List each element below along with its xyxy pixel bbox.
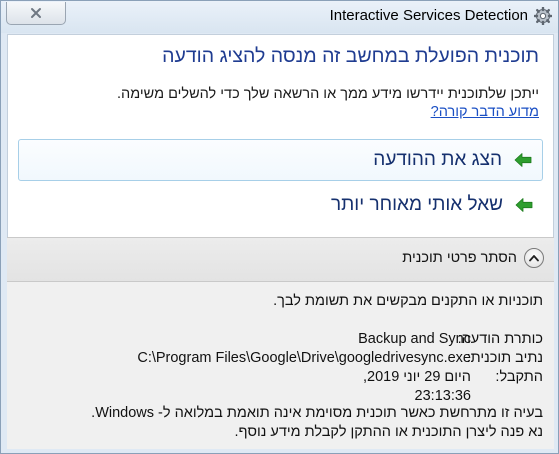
compatibility-note-line-1: בעיה זו מתרחשת כאשר תוכנית מסוימת אינה ת… bbox=[91, 405, 543, 421]
green-arrow-icon bbox=[514, 153, 532, 167]
compatibility-note: בעיה זו מתרחשת כאשר תוכנית מסוימת אינה ת… bbox=[18, 404, 543, 442]
hide-program-details-toggle[interactable]: הסתר פרטי תוכנית bbox=[402, 248, 544, 268]
description: ייתכן שלתוכנית יידרשו מידע ממך או הרשאה … bbox=[19, 85, 539, 121]
program-path-value: C:\Program Files\Google\Drive\googledriv… bbox=[137, 350, 471, 366]
received-row: התקבל: היום 29 יוני 2019, bbox=[363, 369, 543, 385]
close-icon bbox=[31, 8, 41, 18]
show-message-label: הצג את ההודעה bbox=[373, 149, 502, 170]
close-button[interactable] bbox=[6, 2, 66, 25]
message-title-row: כותרת הודעה: Backup and Sync bbox=[358, 331, 543, 347]
main-content: תוכנית הפועלת במחשב זה מנסה להציג הודעה … bbox=[7, 34, 554, 237]
gear-icon bbox=[534, 7, 552, 25]
dialog-window: Interactive Services Detection תוכנית הפ… bbox=[0, 0, 559, 454]
program-path-row: נתיב תוכנית: C:\Program Files\Google\Dri… bbox=[137, 350, 543, 366]
received-key: התקבל: bbox=[495, 369, 543, 385]
green-arrow-icon bbox=[515, 198, 533, 212]
show-message-button[interactable]: הצג את ההודעה bbox=[18, 139, 543, 181]
window-title: Interactive Services Detection bbox=[329, 7, 528, 24]
description-text: ייתכן שלתוכנית יידרשו מידע ממך או הרשאה … bbox=[116, 86, 539, 102]
received-date-value: היום 29 יוני 2019, bbox=[362, 369, 471, 385]
program-details: תוכניות או התקנים מבקשים את תשומת לבך. כ… bbox=[7, 282, 554, 449]
why-is-this-happening-link[interactable]: מדוע הדבר קורה? bbox=[431, 104, 539, 120]
compatibility-note-line-2: נא פנה ליצרן התוכנית או ההתקן לקבלת מידע… bbox=[234, 424, 543, 440]
program-path-key: נתיב תוכנית: bbox=[466, 350, 543, 366]
chevron-up-icon bbox=[524, 248, 544, 268]
page-title: תוכנית הפועלת במחשב זה מנסה להציג הודעה bbox=[162, 45, 539, 67]
hide-details-label: הסתר פרטי תוכנית bbox=[402, 250, 517, 266]
title-bar[interactable]: Interactive Services Detection bbox=[1, 1, 558, 33]
ask-me-later-button[interactable]: שאל אותי מאוחר יותר bbox=[18, 184, 543, 226]
message-title-key: כותרת הודעה: bbox=[457, 331, 543, 347]
details-intro: תוכניות או התקנים מבקשים את תשומת לבך. bbox=[273, 293, 543, 309]
message-title-value: Backup and Sync bbox=[358, 331, 471, 347]
ask-me-later-label: שאל אותי מאוחר יותר bbox=[331, 194, 503, 215]
received-time-value: 23:13:36 bbox=[414, 388, 471, 404]
details-toggle-bar: הסתר פרטי תוכנית bbox=[7, 237, 554, 282]
